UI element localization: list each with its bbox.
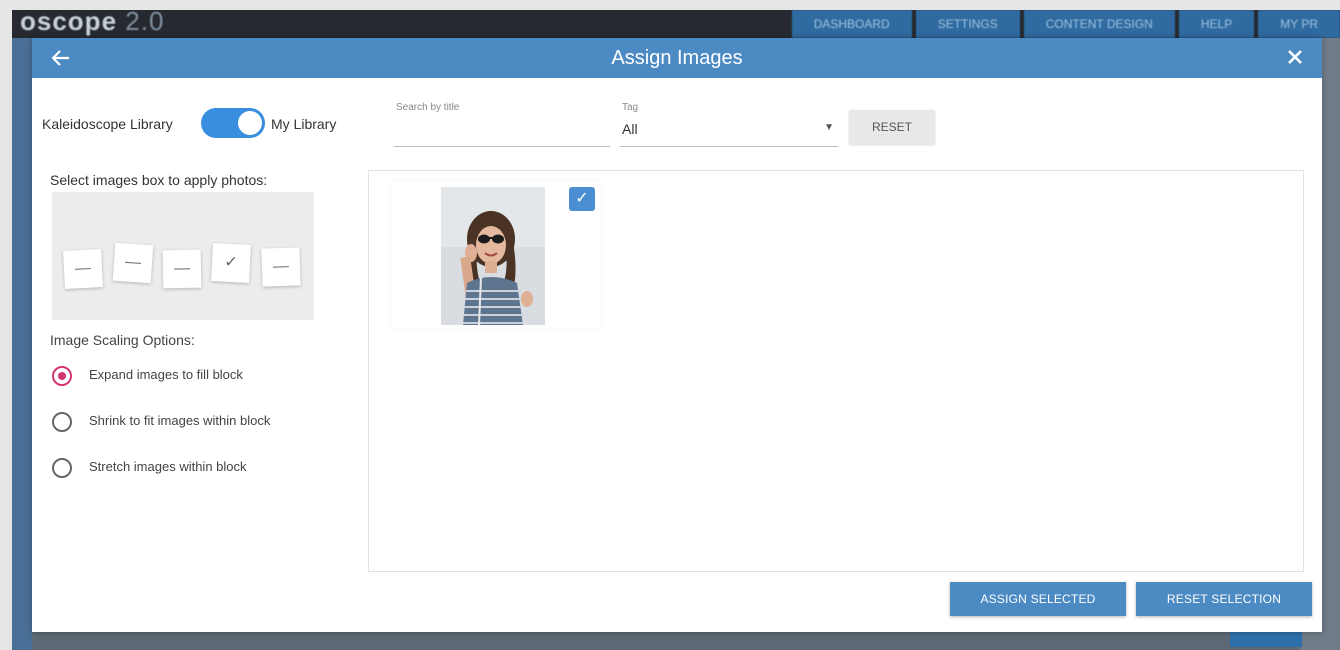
background-topbar: oscope 2.0 DASHBOARD SETTINGS CONTENT DE…: [12, 10, 1340, 38]
tag-select[interactable]: Tag All ▼: [620, 100, 838, 147]
radio-button[interactable]: [52, 366, 72, 386]
caret-down-icon: ▼: [824, 122, 834, 133]
bg-nav-item: DASHBOARD: [791, 10, 912, 38]
bg-nav-item: CONTENT DESIGN: [1023, 10, 1175, 38]
woman-with-sunglasses-photo[interactable]: [441, 187, 545, 325]
radio-button[interactable]: [52, 458, 72, 478]
image-boxes-label: Select images box to apply photos:: [50, 172, 268, 188]
image-box[interactable]: —: [162, 249, 202, 289]
search-input[interactable]: [396, 120, 610, 144]
search-field[interactable]: Search by title: [394, 100, 610, 147]
modal-header: Assign Images: [32, 38, 1322, 78]
background-nav: DASHBOARD SETTINGS CONTENT DESIGN HELP M…: [788, 10, 1340, 38]
assign-selected-button[interactable]: ASSIGN SELECTED: [950, 582, 1126, 616]
my-library-label: My Library: [271, 116, 337, 132]
tag-value: All: [622, 121, 638, 137]
reset-button[interactable]: RESET: [849, 110, 935, 144]
bg-nav-item: SETTINGS: [915, 10, 1020, 38]
image-gallery: ✓: [368, 170, 1304, 572]
radio-button[interactable]: [52, 412, 72, 432]
tag-label: Tag: [622, 102, 639, 113]
image-box[interactable]: —: [63, 249, 103, 289]
library-switch[interactable]: [201, 108, 265, 138]
bg-nav-item: MY PR: [1258, 10, 1340, 38]
background-sidebar: [12, 38, 32, 650]
search-label: Search by title: [396, 102, 460, 113]
image-box[interactable]: —: [261, 247, 301, 287]
image-boxes-area: — — — ✓ —: [52, 192, 314, 320]
scaling-options-label: Image Scaling Options:: [50, 332, 195, 348]
radio-label: Shrink to fit images within block: [89, 413, 271, 428]
close-icon[interactable]: [1282, 44, 1308, 70]
image-checkbox[interactable]: ✓: [569, 187, 595, 211]
switch-knob: [238, 111, 262, 135]
radio-label: Expand images to fill block: [89, 367, 243, 382]
app-logo: oscope 2.0: [20, 10, 165, 36]
radio-label: Stretch images within block: [89, 459, 247, 474]
assign-images-modal: Assign Images Kaleidoscope Library My Li…: [32, 38, 1322, 632]
reset-selection-button[interactable]: RESET SELECTION: [1136, 582, 1312, 616]
kaleidoscope-library-label: Kaleidoscope Library: [42, 116, 173, 132]
modal-title: Assign Images: [611, 47, 743, 69]
image-box[interactable]: —: [112, 242, 154, 284]
bg-nav-item: HELP: [1178, 10, 1255, 38]
gallery-item[interactable]: ✓: [391, 181, 601, 329]
image-box-selected[interactable]: ✓: [211, 243, 251, 283]
